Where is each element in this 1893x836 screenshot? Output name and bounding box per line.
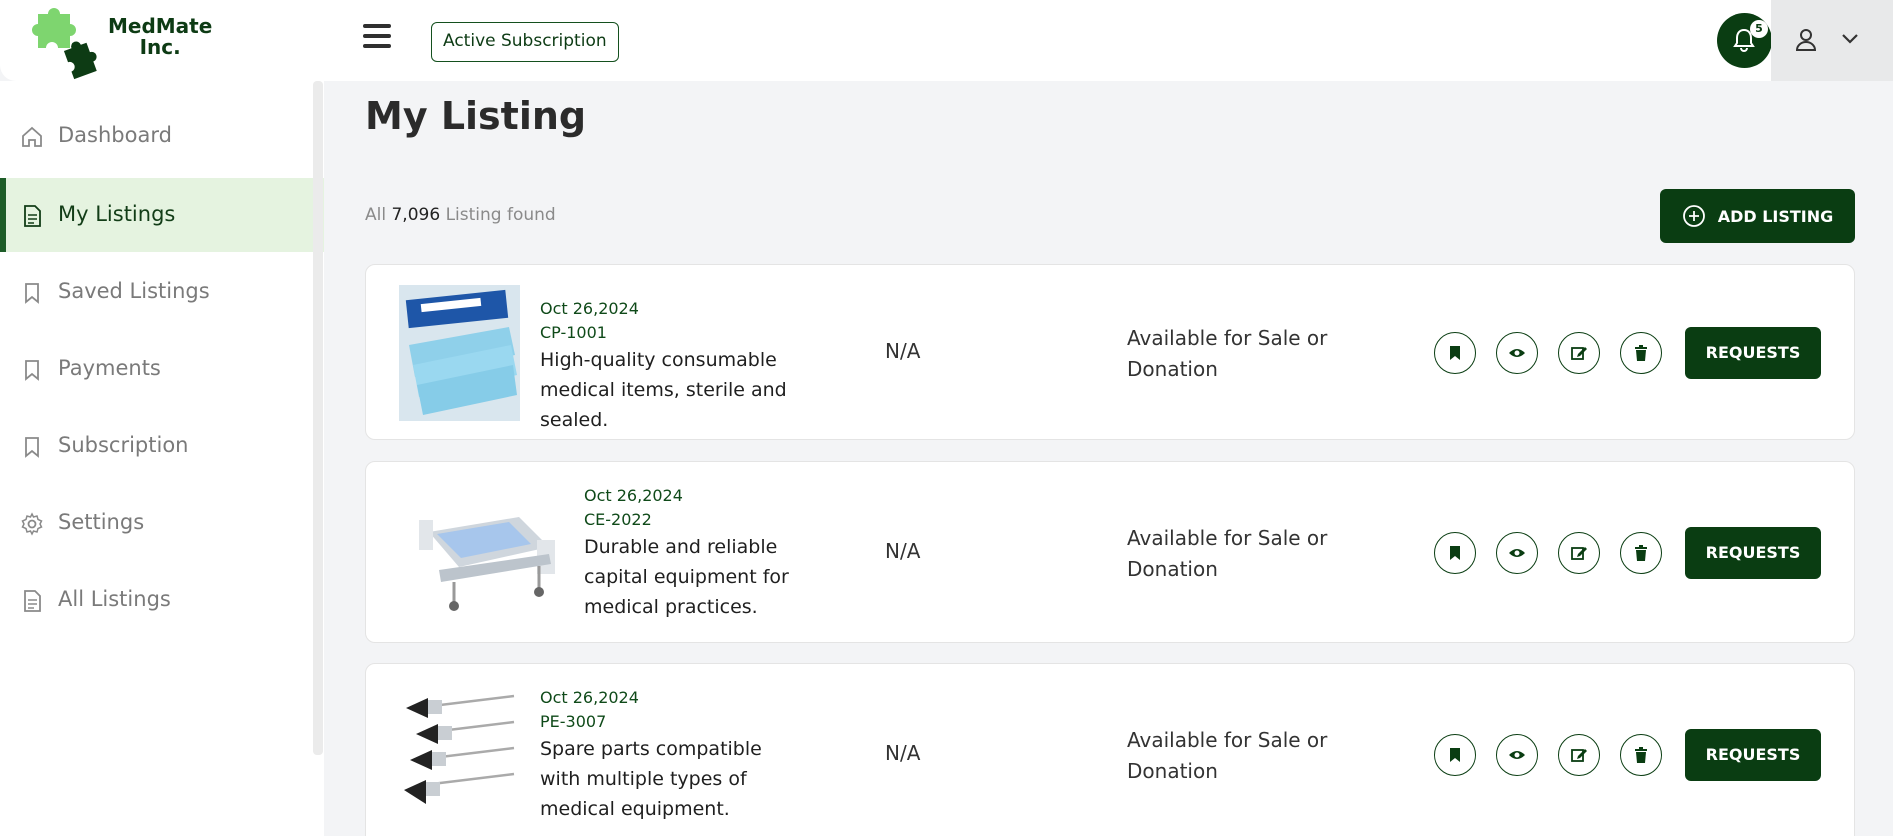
- top-header: MedMate Inc. Active Subscription 5: [0, 0, 1893, 81]
- listing-card: Oct 26,2024 CP-1001 High-quality consuma…: [365, 264, 1855, 440]
- page-title: My Listing: [365, 94, 587, 138]
- delete-button[interactable]: [1620, 734, 1662, 776]
- sidebar-item-subscription[interactable]: Subscription: [0, 409, 324, 483]
- logo-line-2: Inc.: [139, 35, 181, 59]
- count-value: 7,096: [391, 205, 441, 225]
- plus-circle-icon: [1682, 205, 1705, 227]
- user-icon: [1795, 29, 1817, 51]
- trash-icon: [1635, 345, 1647, 361]
- edit-button[interactable]: [1558, 332, 1600, 374]
- view-button[interactable]: [1496, 532, 1538, 574]
- add-listing-label: ADD LISTING: [1717, 206, 1834, 226]
- eye-icon: [1509, 751, 1525, 759]
- listing-code: CP-1001: [540, 323, 607, 342]
- add-listing-button[interactable]: ADD LISTING: [1660, 189, 1855, 243]
- listing-price: N/A: [885, 339, 921, 363]
- eye-icon: [1509, 349, 1525, 357]
- document-icon: [24, 205, 41, 227]
- sidebar-item-label: My Listings: [58, 202, 176, 226]
- requests-button[interactable]: REQUESTS: [1685, 527, 1821, 579]
- count-suffix: Listing found: [445, 205, 556, 225]
- user-menu[interactable]: [1771, 0, 1893, 81]
- document-icon: [24, 590, 41, 612]
- listing-card: Oct 26,2024 CE-2022 Durable and reliable…: [365, 461, 1855, 643]
- sidebar-item-settings[interactable]: Settings: [0, 486, 324, 560]
- sidebar-item-label: Subscription: [58, 433, 189, 457]
- product-image: [399, 492, 564, 620]
- listing-count: All 7,096 Listing found: [365, 205, 556, 225]
- edit-button[interactable]: [1558, 734, 1600, 776]
- listing-status: Available for Sale or Donation: [1127, 526, 1328, 581]
- listing-description: Spare parts compatible with multiple typ…: [540, 738, 762, 820]
- sidebar-item-all-listings[interactable]: All Listings: [0, 563, 324, 637]
- notification-count-badge: 5: [1750, 20, 1768, 38]
- product-image: [402, 694, 522, 824]
- gear-icon: [21, 512, 43, 536]
- listing-status: Available for Sale or Donation: [1127, 728, 1328, 783]
- eye-icon: [1509, 549, 1525, 557]
- sidebar-scrollbar[interactable]: [313, 81, 323, 755]
- save-button[interactable]: [1434, 332, 1476, 374]
- save-button[interactable]: [1434, 532, 1476, 574]
- listing-price: N/A: [885, 539, 921, 563]
- delete-button[interactable]: [1620, 532, 1662, 574]
- sidebar-item-label: Dashboard: [58, 123, 172, 147]
- bookmark-icon: [25, 283, 39, 304]
- sidebar-item-my-listings[interactable]: My Listings: [0, 178, 324, 252]
- count-prefix: All: [365, 205, 387, 225]
- listing-date: Oct 26,2024: [540, 299, 639, 318]
- sidebar-item-label: Settings: [58, 510, 145, 534]
- listing-status: Available for Sale or Donation: [1127, 326, 1328, 381]
- logo-line-1: MedMate: [108, 14, 213, 38]
- edit-button[interactable]: [1558, 532, 1600, 574]
- sidebar-item-label: Payments: [58, 356, 161, 380]
- notifications-button[interactable]: 5: [1717, 13, 1772, 68]
- puzzle-logo-icon: [32, 8, 97, 80]
- listing-description: Durable and reliable capital equipment f…: [584, 536, 789, 618]
- view-button[interactable]: [1496, 332, 1538, 374]
- sidebar-item-label: All Listings: [58, 587, 171, 611]
- listing-code: CE-2022: [584, 510, 652, 529]
- listing-card: Oct 26,2024 PE-3007 Spare parts compatib…: [365, 663, 1855, 836]
- trash-icon: [1635, 747, 1647, 763]
- bookmark-icon: [1450, 546, 1460, 560]
- requests-button[interactable]: REQUESTS: [1685, 729, 1821, 781]
- active-subscription-button[interactable]: Active Subscription: [431, 22, 619, 62]
- trash-icon: [1635, 545, 1647, 561]
- sidebar-item-payments[interactable]: Payments: [0, 332, 324, 406]
- medmate-logo[interactable]: MedMate Inc.: [26, 2, 212, 80]
- chevron-down-icon: [1842, 34, 1858, 44]
- save-button[interactable]: [1434, 734, 1476, 776]
- product-image: [399, 285, 520, 421]
- listing-date: Oct 26,2024: [584, 486, 683, 505]
- bookmark-icon: [25, 437, 39, 458]
- listing-code: PE-3007: [540, 712, 607, 731]
- sidebar: Dashboard My Listings Saved Listings Pay…: [0, 81, 324, 836]
- home-icon: [22, 126, 42, 147]
- bookmark-icon: [1450, 748, 1460, 762]
- sidebar-item-dashboard[interactable]: Dashboard: [0, 99, 324, 173]
- bookmark-icon: [25, 360, 39, 381]
- sidebar-item-label: Saved Listings: [58, 279, 210, 303]
- sidebar-item-saved-listings[interactable]: Saved Listings: [0, 255, 324, 329]
- listing-date: Oct 26,2024: [540, 688, 639, 707]
- edit-icon: [1571, 547, 1587, 560]
- bookmark-icon: [1450, 346, 1460, 360]
- edit-icon: [1571, 749, 1587, 762]
- delete-button[interactable]: [1620, 332, 1662, 374]
- menu-toggle-icon[interactable]: [363, 24, 391, 50]
- listing-price: N/A: [885, 741, 921, 765]
- requests-button[interactable]: REQUESTS: [1685, 327, 1821, 379]
- view-button[interactable]: [1496, 734, 1538, 776]
- listing-description: High-quality consumable medical items, s…: [540, 349, 787, 431]
- edit-icon: [1571, 347, 1587, 360]
